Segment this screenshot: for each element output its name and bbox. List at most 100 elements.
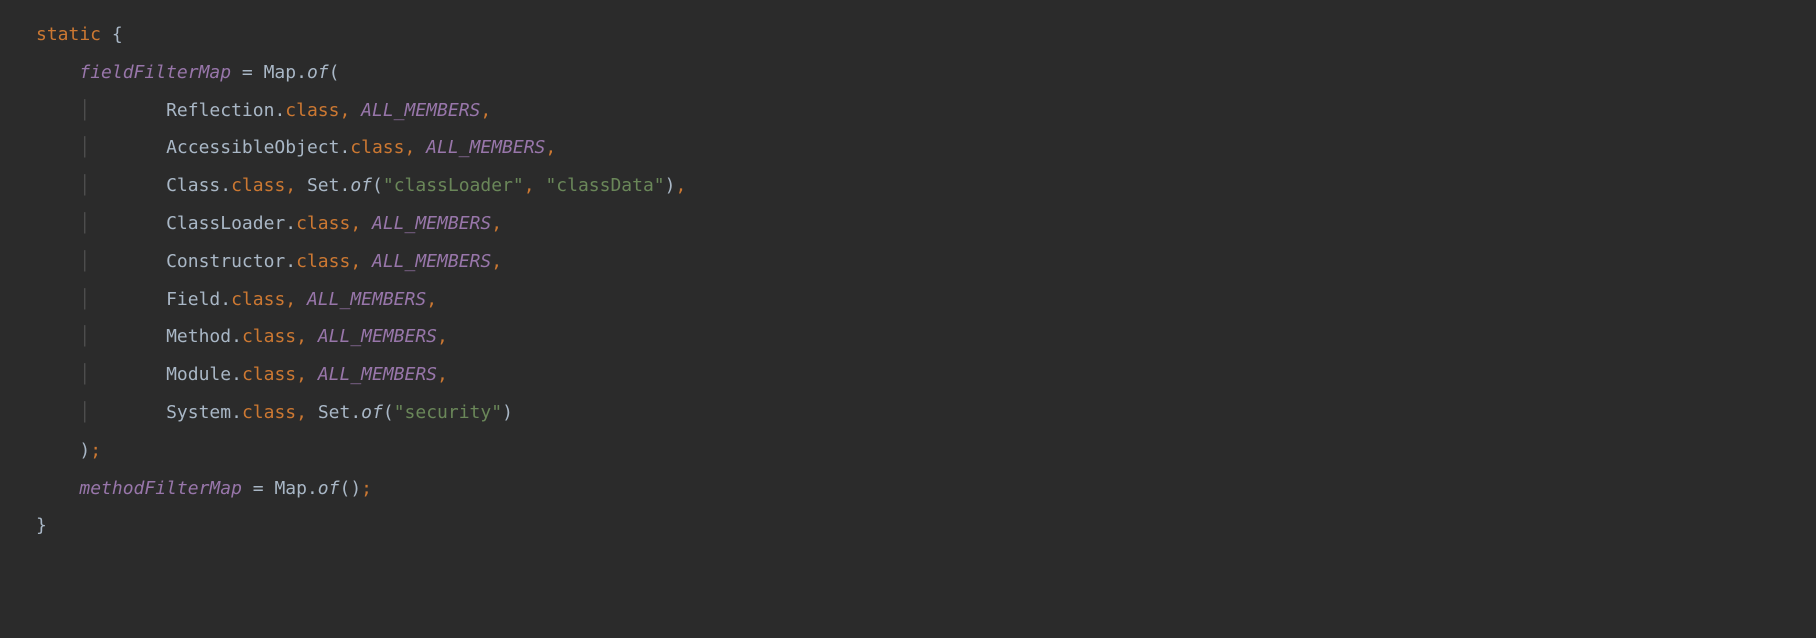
identifier-System: System [166, 402, 231, 423]
dot: . [231, 402, 242, 423]
dot: . [296, 62, 307, 83]
method-of: of [361, 402, 383, 423]
indent [36, 62, 79, 83]
comma: , [350, 251, 372, 272]
comma: , [491, 251, 502, 272]
keyword-class: class [242, 364, 296, 385]
brace-open: { [101, 24, 123, 45]
paren-close: ) [79, 440, 90, 461]
comma: , [545, 137, 556, 158]
paren-open: ( [329, 62, 340, 83]
operator-assign: = [231, 62, 264, 83]
dot: . [285, 213, 296, 234]
indent-guide: │ [79, 100, 90, 121]
constant-ALL_MEMBERS: ALL_MEMBERS [426, 137, 545, 158]
indent [36, 251, 79, 272]
keyword-class: class [242, 402, 296, 423]
dot: . [339, 137, 350, 158]
method-of: of [318, 478, 340, 499]
semicolon: ; [361, 478, 372, 499]
paren-open: ( [383, 402, 394, 423]
comma: , [296, 326, 318, 347]
comma: , [350, 213, 372, 234]
indent [36, 326, 79, 347]
keyword-class: class [285, 100, 339, 121]
dot: . [339, 175, 350, 196]
identifier-Class: Class [166, 175, 220, 196]
keyword-static: static [36, 24, 101, 45]
code-editor[interactable]: static { fieldFilterMap = Map.of( │ Refl… [0, 0, 1816, 545]
string-literal: "security" [394, 402, 502, 423]
indent-guide: │ [79, 364, 90, 385]
dot: . [231, 326, 242, 347]
code-line: │ Method.class, ALL_MEMBERS, [36, 326, 448, 347]
identifier-ClassLoader: ClassLoader [166, 213, 285, 234]
string-literal: "classLoader" [383, 175, 524, 196]
comma: , [491, 213, 502, 234]
identifier-Constructor: Constructor [166, 251, 285, 272]
spacing [90, 137, 166, 158]
identifier-Set: Set [307, 175, 340, 196]
method-of: of [350, 175, 372, 196]
indent [36, 213, 79, 234]
indent [36, 137, 79, 158]
code-line: │ Class.class, Set.of("classLoader", "cl… [36, 175, 686, 196]
identifier-Method: Method [166, 326, 231, 347]
spacing [90, 364, 166, 385]
code-line: │ Constructor.class, ALL_MEMBERS, [36, 251, 502, 272]
dot: . [220, 175, 231, 196]
comma: , [437, 364, 448, 385]
identifier-AccessibleObject: AccessibleObject [166, 137, 339, 158]
spacing [90, 289, 166, 310]
comma: , [285, 175, 307, 196]
code-line: │ System.class, Set.of("security") [36, 402, 513, 423]
paren-open: ( [372, 175, 383, 196]
constant-ALL_MEMBERS: ALL_MEMBERS [318, 326, 437, 347]
code-line: } [36, 515, 47, 536]
keyword-class: class [296, 213, 350, 234]
keyword-class: class [231, 289, 285, 310]
indent [36, 289, 79, 310]
indent-guide: │ [79, 137, 90, 158]
indent-guide: │ [79, 251, 90, 272]
constant-ALL_MEMBERS: ALL_MEMBERS [361, 100, 480, 121]
comma: , [285, 289, 307, 310]
code-line: static { [36, 24, 123, 45]
comma: , [296, 402, 318, 423]
code-line: │ Field.class, ALL_MEMBERS, [36, 289, 437, 310]
spacing [90, 175, 166, 196]
dot: . [307, 478, 318, 499]
dot: . [274, 100, 285, 121]
dot: . [220, 289, 231, 310]
code-line: │ Module.class, ALL_MEMBERS, [36, 364, 448, 385]
code-line: │ ClassLoader.class, ALL_MEMBERS, [36, 213, 502, 234]
spacing [90, 326, 166, 347]
indent [36, 100, 79, 121]
identifier-Set: Set [318, 402, 351, 423]
constant-ALL_MEMBERS: ALL_MEMBERS [318, 364, 437, 385]
indent-guide: │ [79, 326, 90, 347]
keyword-class: class [350, 137, 404, 158]
spacing [90, 100, 166, 121]
operator-assign: = [242, 478, 275, 499]
indent [36, 478, 79, 499]
code-line: methodFilterMap = Map.of(); [36, 478, 372, 499]
comma: , [676, 175, 687, 196]
paren-close: ) [665, 175, 676, 196]
indent [36, 364, 79, 385]
identifier-Map: Map [264, 62, 297, 83]
keyword-class: class [242, 326, 296, 347]
spacing [90, 213, 166, 234]
identifier-Map: Map [274, 478, 307, 499]
identifier-Reflection: Reflection [166, 100, 274, 121]
constant-ALL_MEMBERS: ALL_MEMBERS [372, 251, 491, 272]
spacing [90, 402, 166, 423]
comma: , [480, 100, 491, 121]
identifier-Module: Module [166, 364, 231, 385]
comma: , [524, 175, 546, 196]
dot: . [285, 251, 296, 272]
identifier-Field: Field [166, 289, 220, 310]
brace-close: } [36, 515, 47, 536]
dot: . [231, 364, 242, 385]
keyword-class: class [231, 175, 285, 196]
